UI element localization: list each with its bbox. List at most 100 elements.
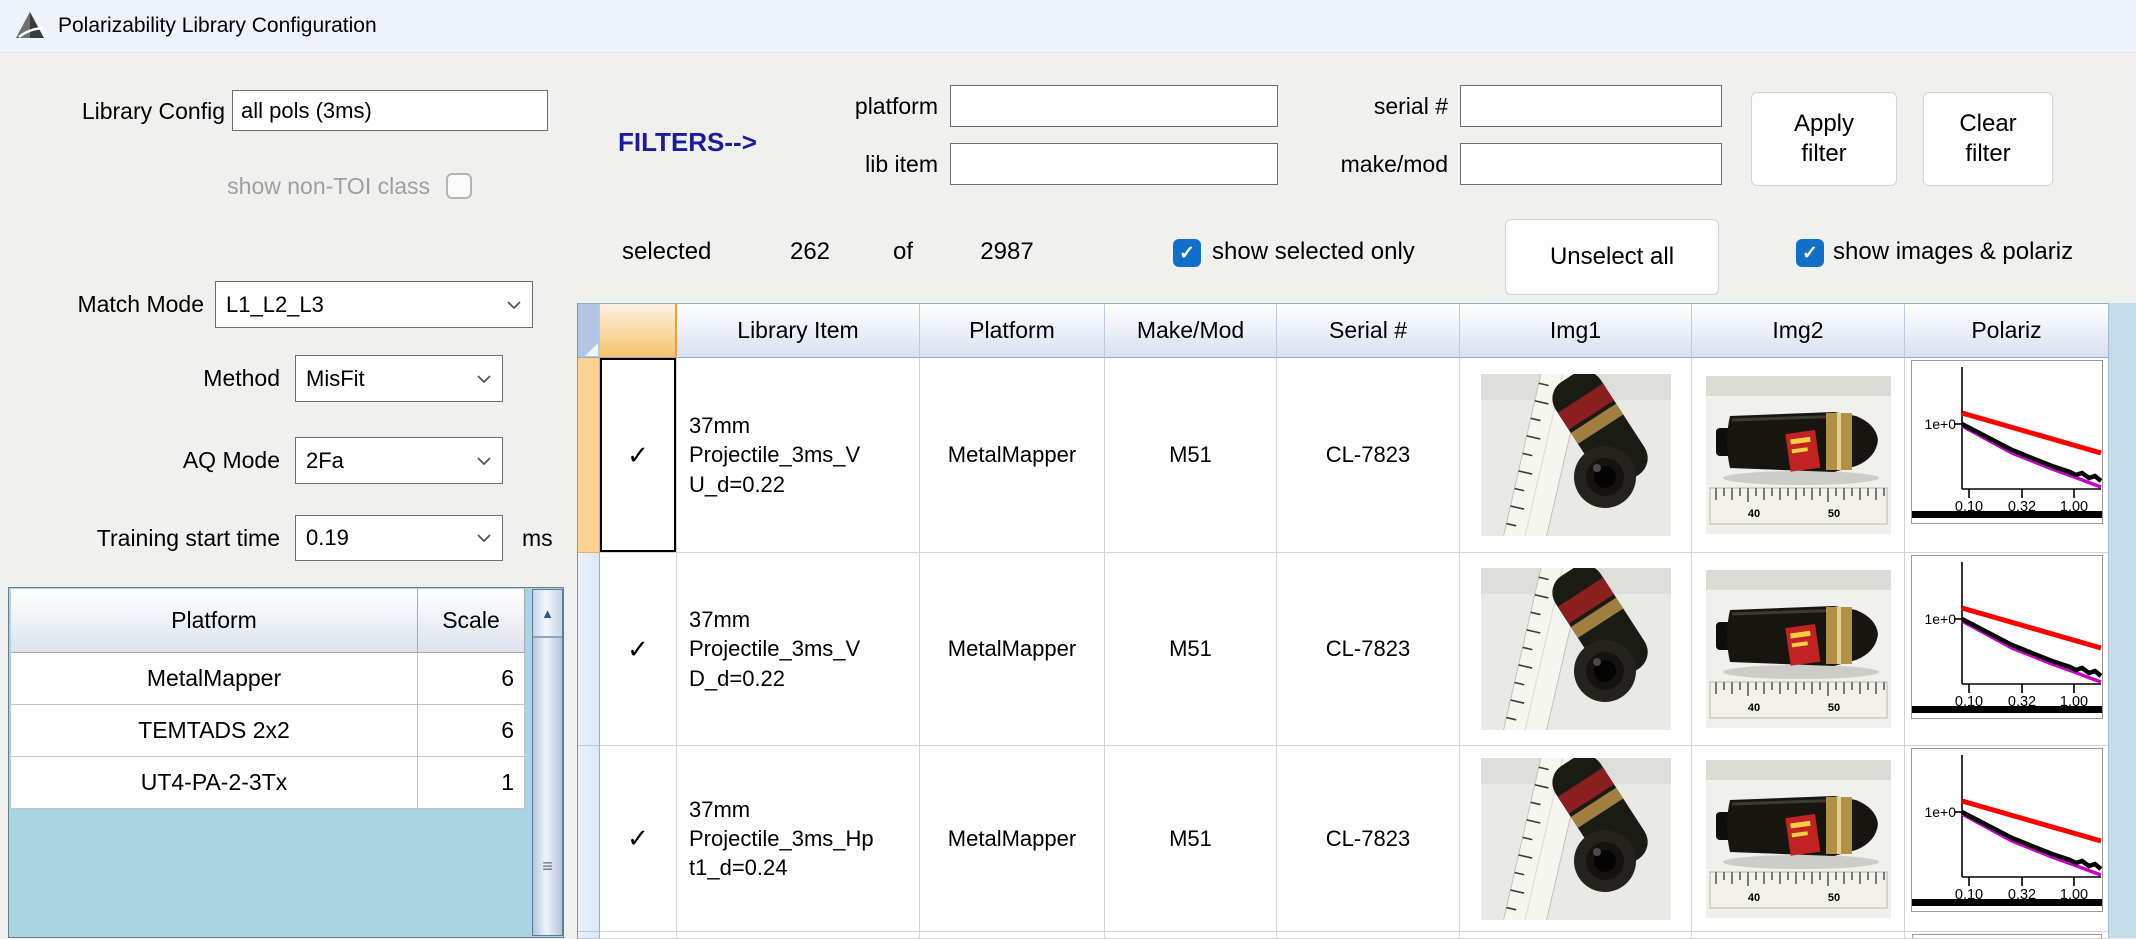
selected-count: 262: [770, 230, 850, 274]
svg-text:40: 40: [1747, 892, 1759, 904]
cell-platform[interactable]: MetalMapper: [920, 553, 1105, 746]
cell-serial[interactable]: CL-7823: [1277, 746, 1460, 932]
show-selected-only-checkbox[interactable]: ✓: [1173, 239, 1201, 267]
scroll-up-icon[interactable]: ▲: [533, 590, 562, 637]
cell-polariz[interactable]: 1e+0 0.10 0.32 1.00: [1905, 746, 2109, 932]
platform-cell[interactable]: UT4-PA-2-3Tx: [11, 757, 418, 809]
checkbox-column-header[interactable]: [600, 304, 677, 358]
show-images-polariz-label: show images & polariz: [1833, 230, 2073, 274]
apply-filter-label: Apply filter: [1772, 109, 1876, 169]
column-header-platform[interactable]: Platform: [920, 304, 1105, 358]
platform-cell[interactable]: TEMTADS 2x2: [11, 705, 418, 757]
unselect-all-button[interactable]: Unselect all: [1505, 219, 1719, 295]
row-checkbox-cell[interactable]: ✓: [600, 553, 677, 746]
cell-img1[interactable]: [1460, 553, 1692, 746]
cell-img2[interactable]: 40 50: [1692, 746, 1905, 932]
column-header-library-item[interactable]: Library Item: [677, 304, 920, 358]
column-header-make-mod[interactable]: Make/Mod: [1105, 304, 1277, 358]
clear-filter-button[interactable]: Clear filter: [1923, 92, 2053, 186]
cell-library-item[interactable]: 37mm Projectile_3ms_VU_d=0.22: [677, 358, 920, 553]
title-bar: Polarizability Library Configuration: [0, 0, 2136, 53]
svg-text:50: 50: [1827, 892, 1839, 904]
svg-text:1e+0: 1e+0: [1924, 611, 1956, 627]
platform-cell[interactable]: MetalMapper: [11, 653, 418, 705]
column-header-img1[interactable]: Img1: [1460, 304, 1692, 358]
total-count: 2987: [962, 230, 1052, 274]
aq-mode-dropdown[interactable]: 2Fa: [295, 437, 503, 484]
selected-label: selected: [622, 230, 711, 274]
library-item-text: 37mm Projectile_3ms_VU_d=0.22: [689, 411, 874, 498]
polariz-chart: [1912, 934, 2102, 939]
projectile-photo-1: [1481, 374, 1671, 536]
of-label: of: [893, 230, 913, 274]
cell-make-mod[interactable]: M51: [1105, 746, 1277, 932]
cell-img2[interactable]: 40 50: [1692, 358, 1905, 553]
svg-text:0.32: 0.32: [2007, 887, 2035, 903]
window-title: Polarizability Library Configuration: [58, 14, 377, 38]
cell-library-item[interactable]: 37mm Projectile_3ms_VD_d=0.22: [677, 553, 920, 746]
library-config-label: Library Config: [20, 89, 225, 133]
cell-img1[interactable]: [1460, 358, 1692, 553]
row-header[interactable]: [578, 553, 600, 746]
row-checkbox-cell[interactable]: ✓: [600, 746, 677, 932]
scale-cell[interactable]: 6: [418, 705, 525, 757]
scale-cell[interactable]: 6: [418, 653, 525, 705]
svg-text:1.00: 1.00: [2059, 887, 2087, 903]
cell-platform[interactable]: MetalMapper: [920, 746, 1105, 932]
cell-platform[interactable]: MetalMapper: [920, 358, 1105, 553]
app-logo-icon: [14, 10, 46, 42]
show-non-toi-checkbox[interactable]: [446, 173, 472, 199]
cell-make-mod[interactable]: M51: [1105, 358, 1277, 553]
apply-filter-button[interactable]: Apply filter: [1751, 92, 1897, 186]
unselect-all-label: Unselect all: [1550, 243, 1674, 271]
column-header-img2[interactable]: Img2: [1692, 304, 1905, 358]
check-icon: ✓: [1179, 242, 1195, 265]
scale-cell[interactable]: 1: [418, 757, 525, 809]
projectile-photo-2: 40 50: [1706, 570, 1891, 728]
cell-library-item[interactable]: 37mm Projectile_3ms_Hpt1_d=0.24: [677, 746, 920, 932]
row-checkbox-cell[interactable]: ✓: [600, 358, 677, 553]
training-start-label: Training start time: [20, 516, 280, 560]
training-unit-label: ms: [522, 516, 553, 560]
cell-img1[interactable]: [1460, 746, 1692, 932]
check-icon: ✓: [627, 634, 649, 665]
projectile-photo-1: [1481, 758, 1671, 920]
row-header[interactable]: [578, 746, 600, 932]
training-start-dropdown[interactable]: 0.19: [295, 515, 503, 561]
column-header-polariz[interactable]: Polariz: [1905, 304, 2109, 358]
filter-platform-label: platform: [790, 84, 938, 128]
grid-corner-header[interactable]: [578, 304, 600, 358]
row-header[interactable]: [578, 358, 600, 553]
svg-text:50: 50: [1827, 508, 1839, 520]
library-item-text: 37mm Projectile_3ms_VD_d=0.22: [689, 605, 874, 692]
scrollbar-thumb[interactable]: ≡: [533, 637, 562, 935]
show-images-polariz-checkbox[interactable]: ✓: [1796, 239, 1824, 267]
cell-polariz[interactable]: 1e+0 0.10 0.32 1.00: [1905, 358, 2109, 553]
check-icon: ✓: [1802, 242, 1818, 265]
platform-column-header[interactable]: Platform: [11, 589, 418, 653]
filter-make-mod-input[interactable]: [1460, 143, 1722, 185]
cell-serial[interactable]: CL-7823: [1277, 553, 1460, 746]
scrollbar-grip-icon: ≡: [533, 861, 562, 871]
cell-polariz[interactable]: 1e+0 0.10 0.32 1.00: [1905, 553, 2109, 746]
cell-serial[interactable]: CL-7823: [1277, 358, 1460, 553]
svg-text:1.00: 1.00: [2059, 694, 2087, 710]
filter-serial-input[interactable]: [1460, 85, 1722, 127]
scale-column-header[interactable]: Scale: [418, 589, 525, 653]
filter-lib-item-label: lib item: [790, 142, 938, 186]
platform-table-scrollbar[interactable]: ▲ ≡: [532, 589, 563, 936]
clear-filter-label: Clear filter: [1936, 109, 2040, 169]
method-dropdown[interactable]: MisFit: [295, 355, 503, 402]
training-start-value: 0.19: [306, 525, 349, 551]
svg-text:0.10: 0.10: [1954, 694, 1982, 710]
filter-platform-input[interactable]: [950, 85, 1278, 127]
aq-mode-label: AQ Mode: [100, 438, 280, 482]
cell-img2[interactable]: 40 50: [1692, 553, 1905, 746]
cell-make-mod[interactable]: M51: [1105, 553, 1277, 746]
match-mode-dropdown[interactable]: L1_L2_L3: [215, 281, 533, 328]
method-value: MisFit: [306, 366, 365, 392]
filter-lib-item-input[interactable]: [950, 143, 1278, 185]
column-header-serial[interactable]: Serial #: [1277, 304, 1460, 358]
method-label: Method: [100, 356, 280, 400]
library-config-input[interactable]: [232, 90, 548, 131]
